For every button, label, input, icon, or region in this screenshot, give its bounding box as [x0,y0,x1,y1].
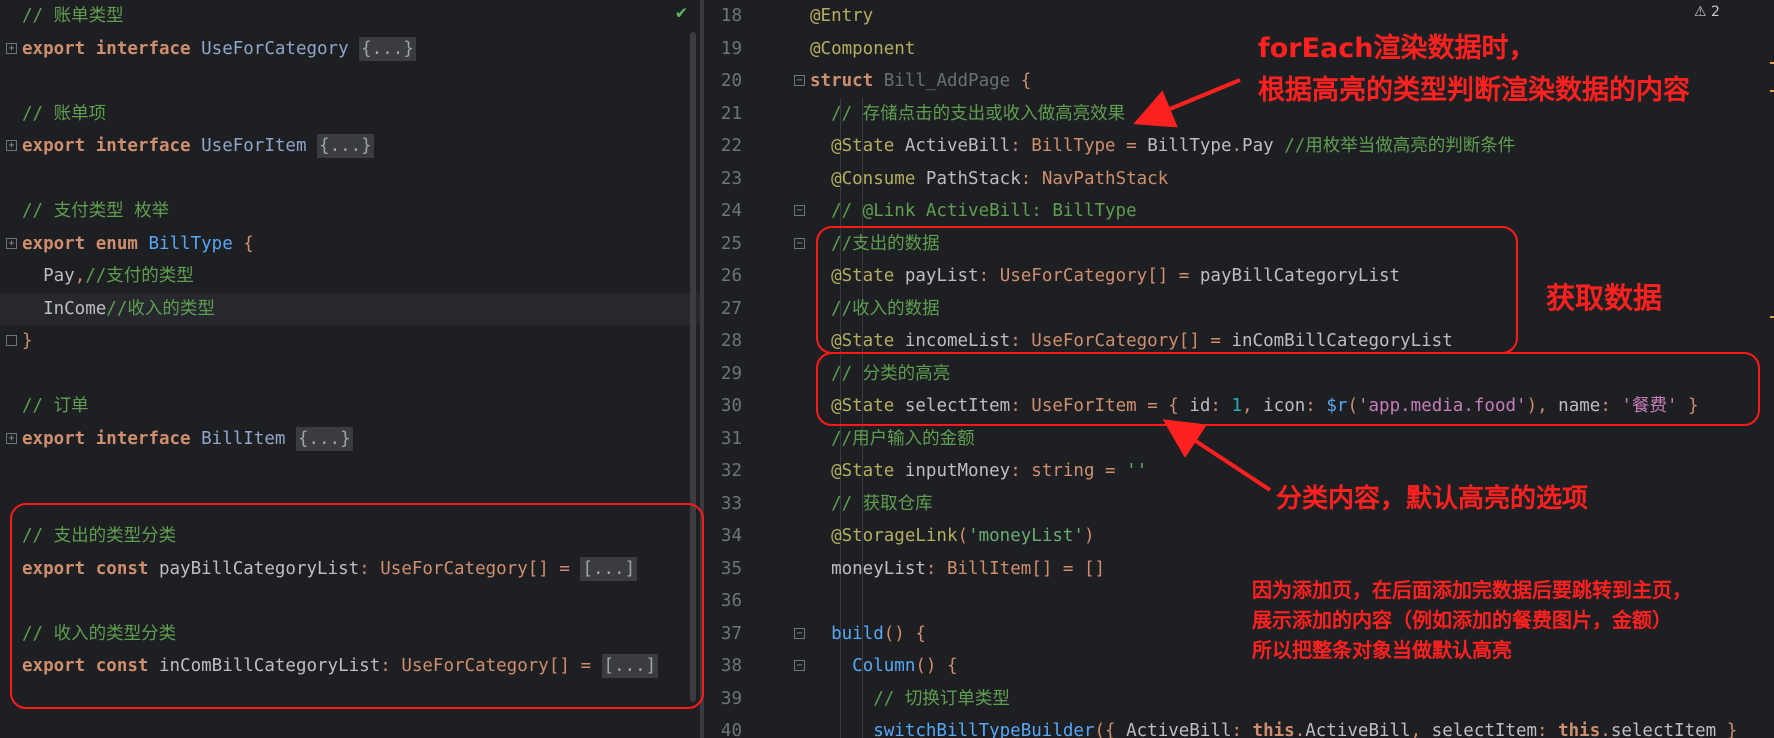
annotation-note-line1: 因为添加页，在后面添加完数据后要跳转到主页， [1252,578,1692,602]
annotation-foreach-line2: 根据高亮的类型判断渲染数据的内容 [1258,75,1690,106]
annotation-note-line2: 展示添加的内容（例如添加的餐费图片，金额） [1252,608,1672,632]
annotation-category: 分类内容，默认高亮的选项 [1276,484,1589,514]
annotation-note-line3: 所以把整条对象当做默认高亮 [1252,638,1512,662]
annotation-foreach-line1: forEach渲染数据时， [1258,33,1536,64]
annotation-get-data: 获取数据 [1546,281,1663,315]
arrow-to-comment [1133,78,1241,128]
arrow-to-select-item [1162,419,1272,492]
